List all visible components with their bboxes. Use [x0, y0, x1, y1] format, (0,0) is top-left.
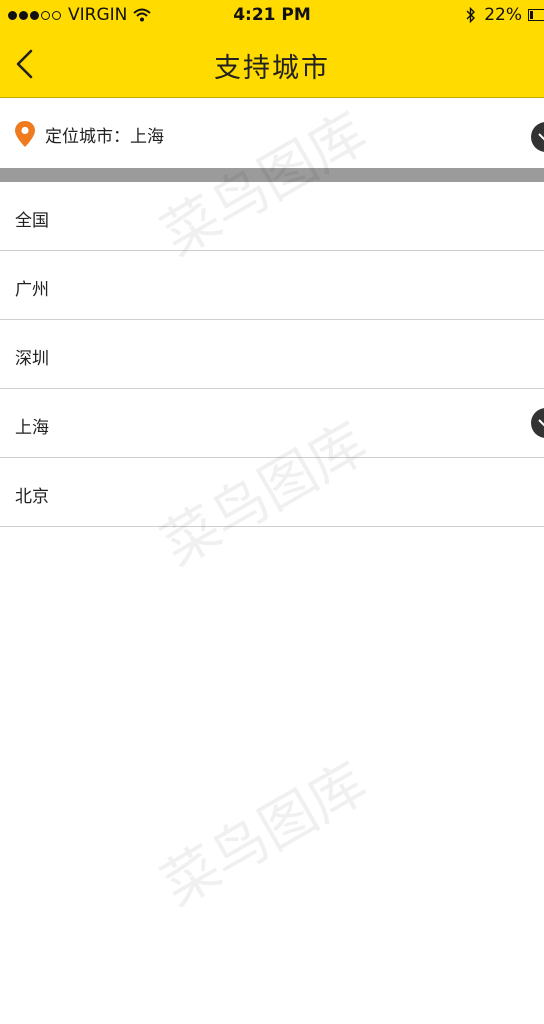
location-pin-icon [15, 121, 35, 147]
city-item-beijing[interactable]: 北京 [0, 458, 544, 527]
status-time: 4:21 PM [233, 5, 311, 25]
city-name: 全国 [15, 211, 49, 231]
nav-bar: 支持城市 [0, 32, 544, 97]
bluetooth-icon [466, 6, 476, 23]
check-icon [531, 122, 544, 152]
battery-icon [528, 9, 544, 21]
city-item-guangzhou[interactable]: 广州 [0, 251, 544, 320]
watermark: 菜鸟图库 [151, 750, 378, 919]
city-item-shenzhen[interactable]: 深圳 [0, 320, 544, 389]
city-item-shanghai[interactable]: 上海 [0, 389, 544, 458]
city-name: 上海 [15, 418, 49, 438]
location-label: 定位城市： [45, 127, 130, 147]
location-city: 上海 [130, 127, 164, 147]
page-title: 支持城市 [214, 53, 330, 84]
city-name: 深圳 [15, 349, 49, 369]
city-name: 广州 [15, 280, 49, 300]
section-divider [0, 168, 544, 182]
app-header: VIRGIN 4:21 PM 22% 支持城市 [0, 0, 544, 98]
status-right: 22% [466, 5, 544, 25]
city-item-quanguo[interactable]: 全国 [0, 182, 544, 251]
city-name: 北京 [15, 487, 49, 507]
check-icon [531, 408, 544, 438]
current-location-row[interactable]: 定位城市：上海 [0, 98, 544, 168]
battery-percent: 22% [484, 5, 522, 25]
city-list: 全国 广州 深圳 上海 北京 [0, 182, 544, 527]
location-text: 定位城市：上海 [45, 122, 164, 147]
status-bar: VIRGIN 4:21 PM 22% [0, 0, 544, 32]
